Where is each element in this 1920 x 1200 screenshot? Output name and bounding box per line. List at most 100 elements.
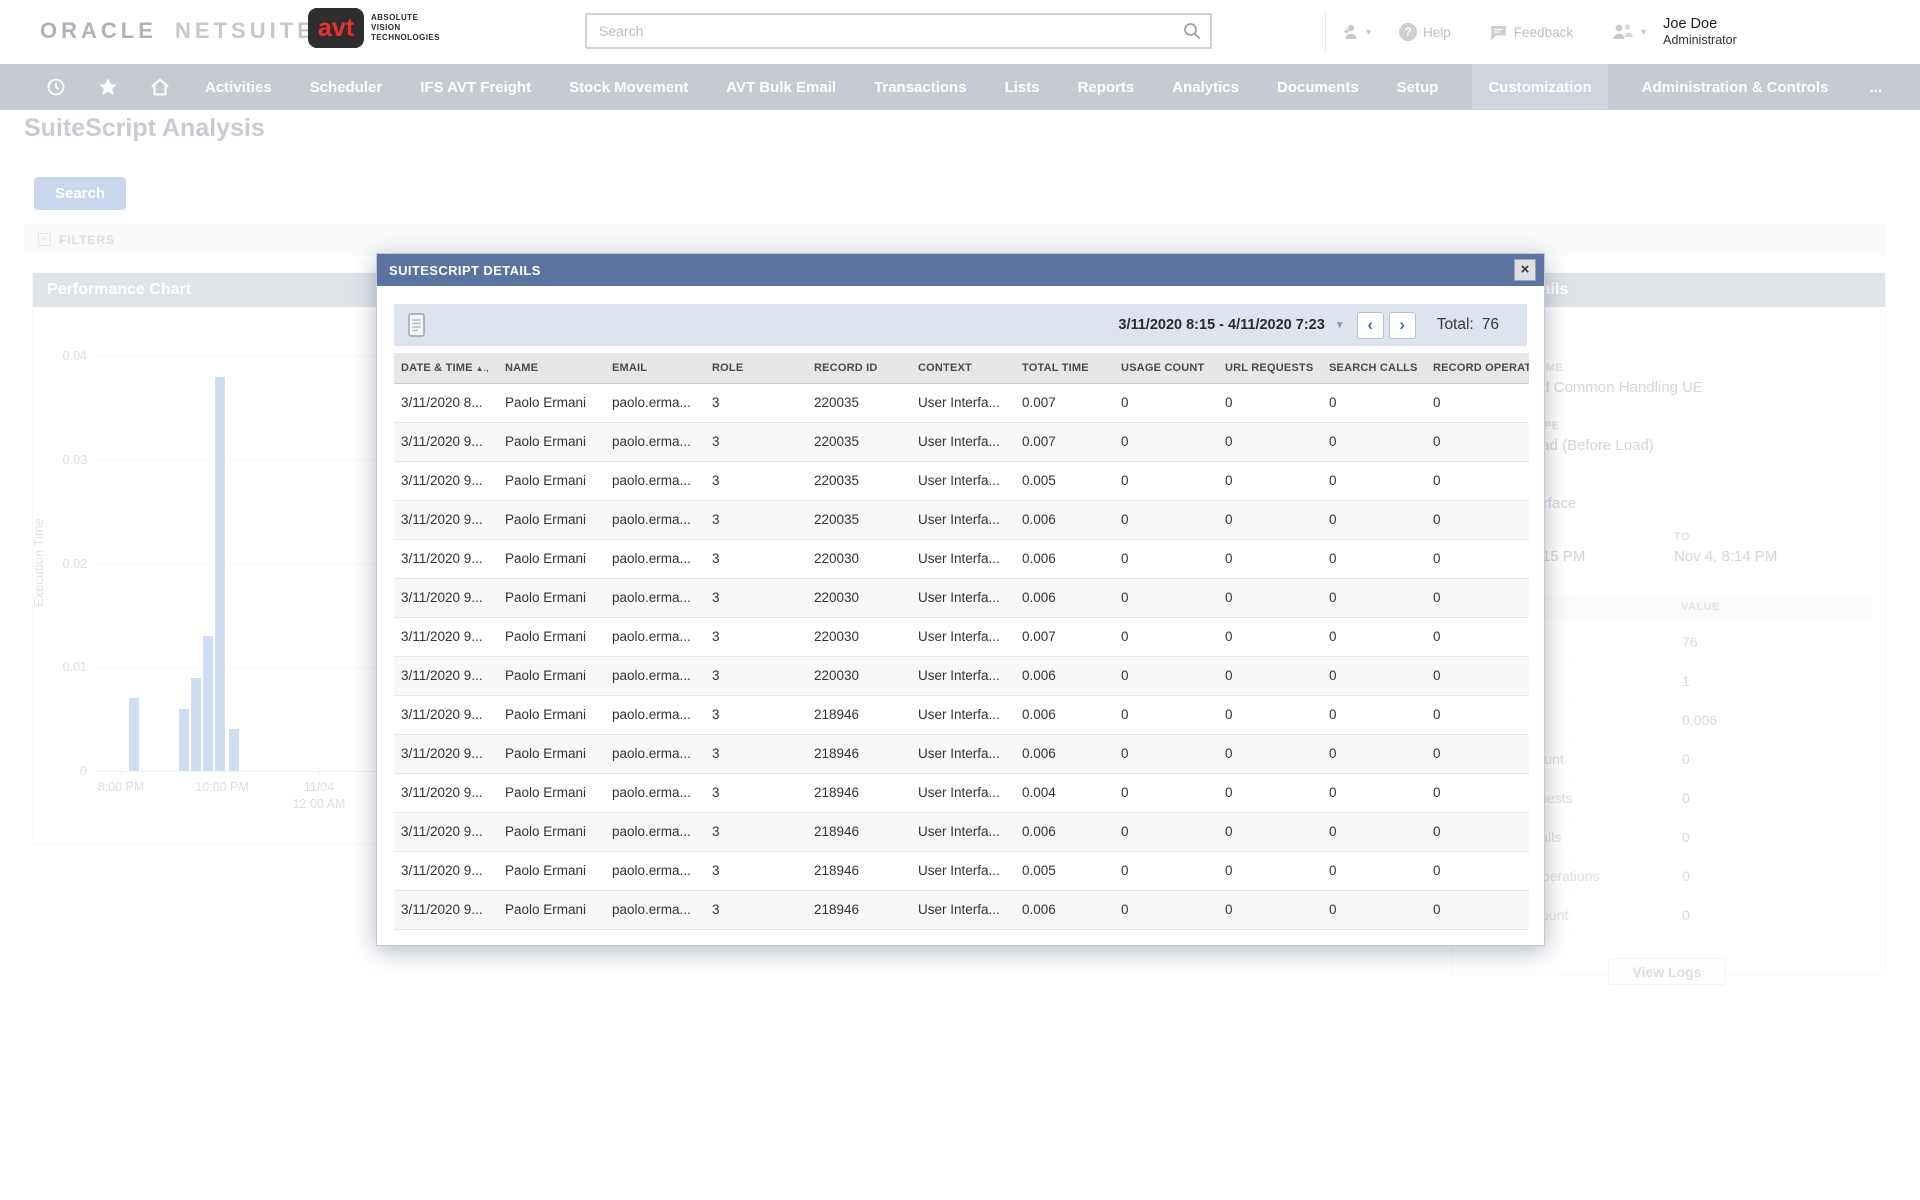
cell-role: 3 [705,461,807,500]
cell-email: paolo.erma... [605,461,705,500]
nav-item-customization[interactable]: Customization [1472,64,1607,110]
table-row[interactable]: 3/11/2020 9...Paolo Ermanipaolo.erma...3… [394,656,1529,695]
roles-menu[interactable]: ▾ [1611,21,1646,43]
nav-item-more[interactable]: ... [1865,64,1886,110]
chart-bar[interactable] [203,636,213,771]
cell-context: User Interfa... [911,773,1015,812]
col-header-url-requests[interactable]: URL REQUESTS [1218,353,1322,383]
x-tick-label: 8:00 PM [76,779,166,796]
feedback-button[interactable]: Feedback [1489,23,1573,42]
nav-item-avt-bulk-email[interactable]: AVT Bulk Email [722,64,840,110]
chart-bar[interactable] [215,377,225,771]
table-row[interactable]: 3/11/2020 9...Paolo Ermanipaolo.erma...3… [394,812,1529,851]
col-header-total-time[interactable]: TOTAL TIME [1015,353,1114,383]
nav-item-scheduler[interactable]: Scheduler [306,64,387,110]
chart-bar[interactable] [179,709,189,771]
cell-name: Paolo Ermani [498,500,605,539]
table-row[interactable]: 3/11/2020 9...Paolo Ermanipaolo.erma...3… [394,890,1529,929]
date-range-selector[interactable]: 3/11/2020 8:15 - 4/11/2020 7:23 [1118,317,1324,333]
col-header-name[interactable]: NAME [498,353,605,383]
nav-item-documents[interactable]: Documents [1273,64,1363,110]
help-label: Help [1423,25,1451,40]
chart-bar[interactable] [229,729,239,771]
date-range-caret-icon[interactable]: ▼ [1335,320,1345,331]
cell-record-id: 218946 [807,773,911,812]
cell-date-time: 3/11/2020 9... [394,461,498,500]
cell-record-operations: 0 [1426,812,1529,851]
recent-records-icon[interactable] [45,76,67,98]
cell-name: Paolo Ermani [498,656,605,695]
nav-item-lists[interactable]: Lists [1001,64,1044,110]
user-role: Administrator [1663,32,1737,48]
col-header-role[interactable]: ROLE [705,353,807,383]
cell-total-time: 0.006 [1015,578,1114,617]
cell-record-id: 218946 [807,812,911,851]
view-logs-button[interactable]: View Logs [1608,958,1726,985]
cell-context: User Interfa... [911,617,1015,656]
cell-url-requests: 0 [1218,383,1322,422]
nav-item-ifs-avt-freight[interactable]: IFS AVT Freight [416,64,535,110]
stat-value: 1 [1682,673,1690,689]
cell-record-id: 220030 [807,617,911,656]
chart-bar[interactable] [191,678,201,771]
nav-item-reports[interactable]: Reports [1074,64,1139,110]
cell-record-operations: 0 [1426,422,1529,461]
user-info[interactable]: Joe Doe Administrator [1663,16,1737,48]
nav-item-activities[interactable]: Activities [201,64,276,110]
search-icon[interactable] [1182,21,1202,41]
filters-bar[interactable]: + FILTERS [24,224,1886,255]
col-header-search-calls[interactable]: SEARCH CALLS [1322,353,1426,383]
search-button[interactable]: Search [34,177,126,210]
table-row[interactable]: 3/11/2020 8...Paolo Ermanipaolo.erma...3… [394,383,1529,422]
nav-item-analytics[interactable]: Analytics [1168,64,1243,110]
col-header-record-id[interactable]: RECORD ID [807,353,911,383]
cell-date-time: 3/11/2020 9... [394,695,498,734]
oracle-wordmark: ORACLE [40,18,157,43]
cell-email: paolo.erma... [605,890,705,929]
shortcuts-star-icon[interactable] [97,76,119,98]
performance-chart-title: Performance Chart [47,281,191,299]
cell-email: paolo.erma... [605,773,705,812]
nav-item-transactions[interactable]: Transactions [870,64,971,110]
help-button[interactable]: ? Help [1399,23,1451,41]
cell-search-calls: 0 [1322,773,1426,812]
cell-context: User Interfa... [911,734,1015,773]
search-input[interactable] [585,13,1212,49]
table-row[interactable]: 3/11/2020 9...Paolo Ermanipaolo.erma...3… [394,422,1529,461]
next-page-button[interactable]: › [1389,312,1416,339]
cell-url-requests: 0 [1218,656,1322,695]
col-header-context[interactable]: CONTEXT [911,353,1015,383]
y-tick-label: 0.04 [63,349,87,363]
table-row[interactable]: 3/11/2020 9...Paolo Ermanipaolo.erma...3… [394,500,1529,539]
chart-bar[interactable] [129,698,139,771]
table-row[interactable]: 3/11/2020 9...Paolo Ermanipaolo.erma...3… [394,734,1529,773]
col-header-usage-count[interactable]: USAGE COUNT [1114,353,1218,383]
cell-date-time: 3/11/2020 8... [394,383,498,422]
table-row[interactable]: 3/11/2020 9...Paolo Ermanipaolo.erma...3… [394,695,1529,734]
table-row[interactable]: 3/11/2020 9...Paolo Ermanipaolo.erma...3… [394,461,1529,500]
home-icon[interactable] [149,76,171,98]
export-document-icon[interactable] [408,313,427,338]
cell-role: 3 [705,812,807,851]
create-new-menu[interactable]: ▾ [1340,22,1371,42]
cell-record-id: 218946 [807,851,911,890]
col-header-email[interactable]: EMAIL [605,353,705,383]
modal-titlebar[interactable]: SUITESCRIPT DETAILS × [377,254,1544,286]
table-row[interactable]: 3/11/2020 9...Paolo Ermanipaolo.erma...3… [394,539,1529,578]
close-icon[interactable]: × [1514,259,1536,281]
table-row[interactable]: 3/11/2020 9...Paolo Ermanipaolo.erma...3… [394,617,1529,656]
col-header-date-time[interactable]: DATE & TIME▲., [394,353,498,383]
cell-name: Paolo Ermani [498,890,605,929]
table-row[interactable]: 3/11/2020 9...Paolo Ermanipaolo.erma...3… [394,851,1529,890]
nav-item-administration-controls[interactable]: Administration & Controls [1638,64,1833,110]
nav-item-setup[interactable]: Setup [1393,64,1443,110]
table-row[interactable]: 3/11/2020 9...Paolo Ermanipaolo.erma...3… [394,578,1529,617]
cell-usage-count: 0 [1114,422,1218,461]
modal-toolbar: 3/11/2020 8:15 - 4/11/2020 7:23 ▼ ‹ › To… [394,304,1527,346]
col-header-record-operations[interactable]: RECORD OPERATIONS [1426,353,1529,383]
nav-item-stock-movement[interactable]: Stock Movement [565,64,692,110]
table-row[interactable]: 3/11/2020 9...Paolo Ermanipaolo.erma...3… [394,773,1529,812]
cell-url-requests: 0 [1218,773,1322,812]
prev-page-button[interactable]: ‹ [1357,312,1384,339]
cell-total-time: 0.004 [1015,773,1114,812]
